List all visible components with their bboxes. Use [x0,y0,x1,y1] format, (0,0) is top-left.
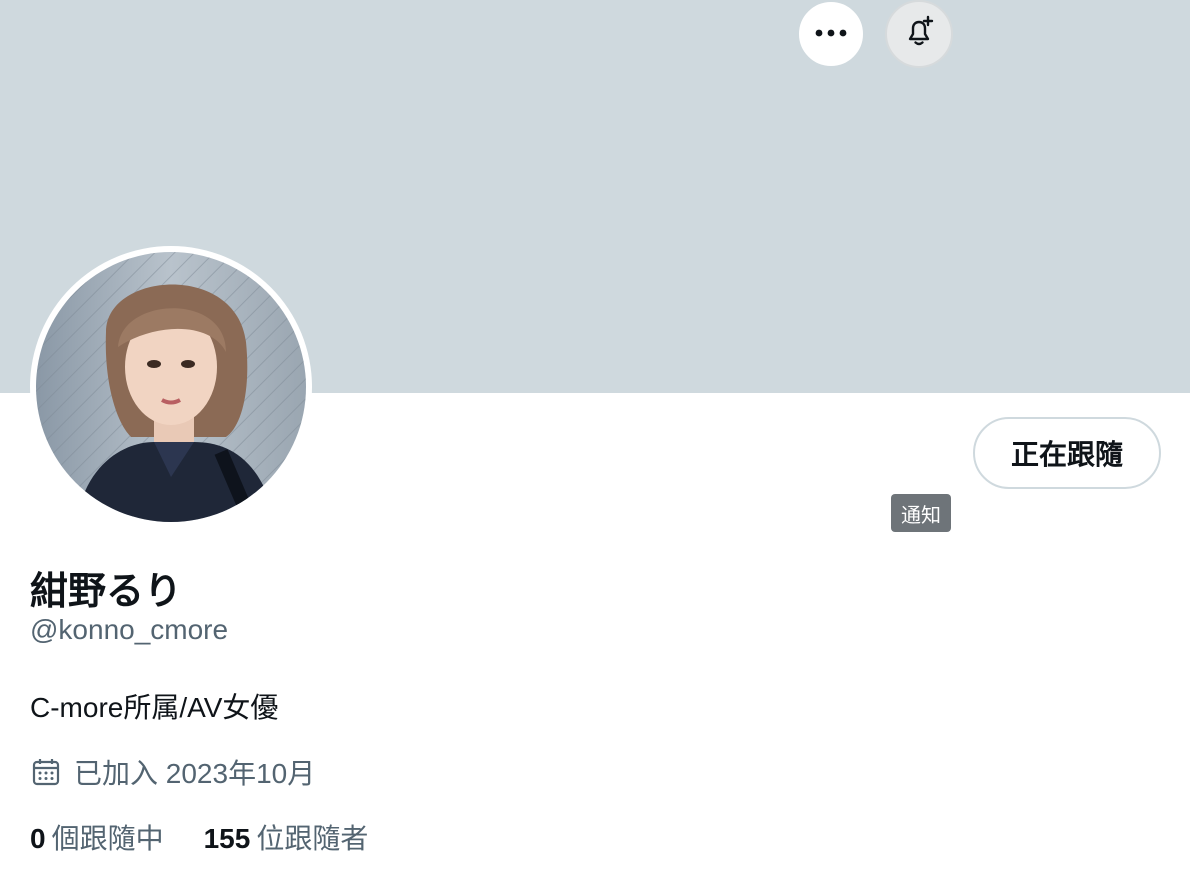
notifications-tooltip: 通知 [891,494,951,532]
avatar-frame [30,246,312,528]
profile-bio: C-more所属/AV女優 [30,692,279,723]
notifications-button[interactable] [885,0,953,68]
following-button[interactable]: 正在跟隨 [973,417,1161,489]
bell-plus-icon [901,14,937,55]
avatar[interactable] [36,252,306,522]
follow-stats: 0 個跟隨中 155 位跟隨者 [30,817,408,857]
more-horizontal-icon [814,25,848,43]
followers-label: 位跟隨者 [256,823,369,854]
profile-name: 紺野るり [30,571,183,613]
join-date-text: 已加入 2023年10月 [74,758,316,789]
following-count: 0 [30,823,46,854]
profile-handle: @konno_cmore [30,614,229,645]
followers-count: 155 [203,823,251,854]
profile-page: 正在跟隨 通知 紺野るり @konno_cmore C-more所属/AV女優 … [0,0,1190,872]
following-label: 個跟隨中 [51,823,164,854]
following-link[interactable]: 0 個跟隨中 [30,817,164,857]
calendar-icon [30,756,62,788]
more-options-button[interactable] [797,0,865,68]
join-date: 已加入 2023年10月 [30,752,315,792]
followers-link[interactable]: 155 位跟隨者 [204,817,369,857]
